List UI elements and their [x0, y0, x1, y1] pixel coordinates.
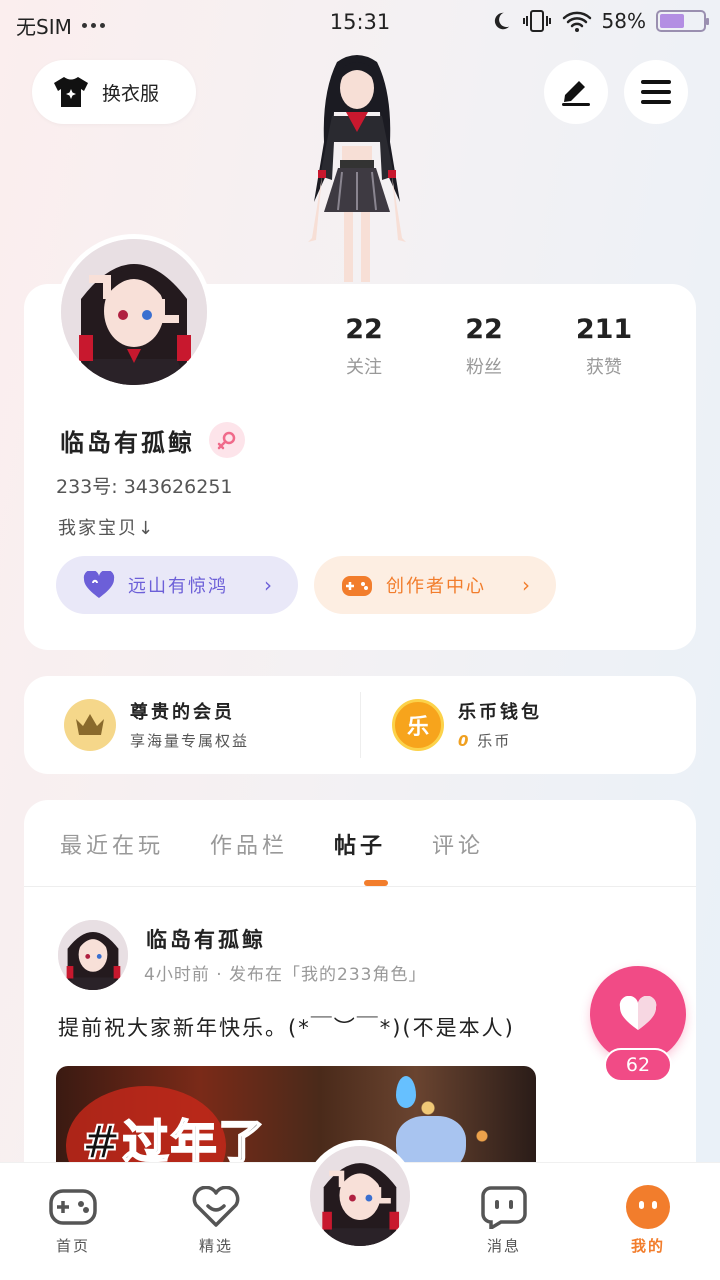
hamburger-menu-icon	[641, 80, 671, 104]
coin-balance: 0 乐币	[458, 730, 542, 751]
stat-followers[interactable]: 22 粉丝	[424, 314, 544, 379]
nav-messages-label: 消息	[486, 1237, 521, 1255]
creator-center-label: 创作者中心	[386, 576, 486, 597]
chevron-right-icon: ›	[264, 573, 274, 597]
likes-count: 211	[575, 314, 633, 345]
gamepad-icon	[28, 1183, 118, 1231]
nav-me[interactable]: 我的	[603, 1183, 693, 1256]
nav-featured-label: 精选	[198, 1237, 233, 1255]
user-id[interactable]: 233号: 343626251	[56, 472, 233, 499]
coin-icon: 乐	[392, 698, 444, 751]
gamepad-plus-icon	[342, 576, 372, 596]
chevron-right-icon: ›	[522, 573, 532, 597]
wallet-divider	[360, 692, 361, 758]
nav-featured[interactable]: 精选	[171, 1183, 261, 1256]
vip-membership-entry[interactable]: 尊贵的会员 享海量专属权益	[64, 698, 249, 751]
tshirt-sparkle-icon	[54, 77, 88, 107]
profile-stats: 22 关注 22 粉丝 211 获赞	[304, 314, 664, 379]
guild-label: 远山有惊鸿	[128, 576, 228, 597]
change-outfit-label: 换衣服	[102, 82, 160, 105]
change-outfit-button[interactable]: 换衣服	[32, 60, 196, 124]
heart-badge-icon	[171, 1183, 261, 1231]
profile-avatar[interactable]	[56, 234, 212, 390]
menu-button[interactable]	[624, 60, 688, 124]
stat-likes[interactable]: 211 获赞	[544, 314, 664, 379]
avatar-character-figure[interactable]	[282, 52, 432, 292]
nav-center-avatar[interactable]	[304, 1140, 416, 1252]
stat-following[interactable]: 22 关注	[304, 314, 424, 379]
followers-label: 粉丝	[466, 357, 502, 378]
tabs-divider	[24, 886, 696, 887]
following-count: 22	[345, 314, 383, 345]
vip-title: 尊贵的会员	[130, 702, 235, 723]
guild-button[interactable]: 远山有惊鸿 ›	[56, 556, 298, 614]
likes-label: 获赞	[586, 357, 622, 378]
like-count-badge: 62	[604, 1048, 672, 1082]
nav-messages[interactable]: 消息	[459, 1183, 549, 1256]
profile-bio: 我家宝贝↓	[58, 518, 156, 539]
creator-center-button[interactable]: 创作者中心 ›	[314, 556, 556, 614]
profile-tabs: 最近在玩 作品栏 帖子 评论	[60, 828, 484, 860]
followers-count: 22	[465, 314, 503, 345]
post-author-name[interactable]: 临岛有孤鲸	[146, 924, 266, 954]
battery-icon	[656, 10, 709, 32]
tab-posts[interactable]: 帖子	[334, 828, 386, 860]
chat-bubble-icon	[459, 1183, 549, 1231]
coin-amount: 0	[458, 732, 471, 750]
tab-works[interactable]: 作品栏	[210, 828, 288, 860]
female-icon	[209, 422, 245, 458]
profile-nickname: 临岛有孤鲸	[60, 422, 245, 458]
pencil-icon	[562, 81, 590, 106]
tab-comments[interactable]: 评论	[432, 828, 484, 860]
crown-icon	[64, 698, 116, 751]
nav-home[interactable]: 首页	[28, 1183, 118, 1256]
coin-wallet-title: 乐币钱包	[458, 702, 542, 723]
status-bar: 无SIM 15:31 58%	[0, 0, 720, 46]
edit-profile-button[interactable]	[544, 60, 608, 124]
post-text[interactable]: 提前祝大家新年快乐。(*￣︶￣*)(不是本人)	[58, 1012, 515, 1042]
moon-icon	[494, 12, 509, 30]
nav-home-label: 首页	[55, 1237, 90, 1255]
tab-recently-played[interactable]: 最近在玩	[60, 828, 164, 860]
battery-percent: 58%	[601, 9, 646, 33]
wallet-card: 尊贵的会员 享海量专属权益 乐 乐币钱包 0 乐币	[24, 676, 696, 774]
vip-subtitle: 享海量专属权益	[130, 732, 250, 750]
post-meta: 4小时前 · 发布在「我的233角色」	[144, 965, 427, 985]
post-author-avatar[interactable]	[58, 920, 128, 990]
nav-me-label: 我的	[630, 1237, 665, 1255]
vibrate-icon	[522, 10, 551, 32]
coin-wallet-entry[interactable]: 乐 乐币钱包 0 乐币	[392, 698, 542, 751]
coin-icon-char: 乐	[406, 714, 429, 740]
heart-icon	[619, 996, 657, 1030]
face-icon	[603, 1183, 693, 1231]
heart-icon	[83, 571, 115, 598]
nickname-text: 临岛有孤鲸	[60, 428, 195, 457]
following-label: 关注	[346, 357, 382, 378]
wifi-icon	[562, 11, 591, 32]
coin-unit: 乐币	[477, 732, 512, 750]
